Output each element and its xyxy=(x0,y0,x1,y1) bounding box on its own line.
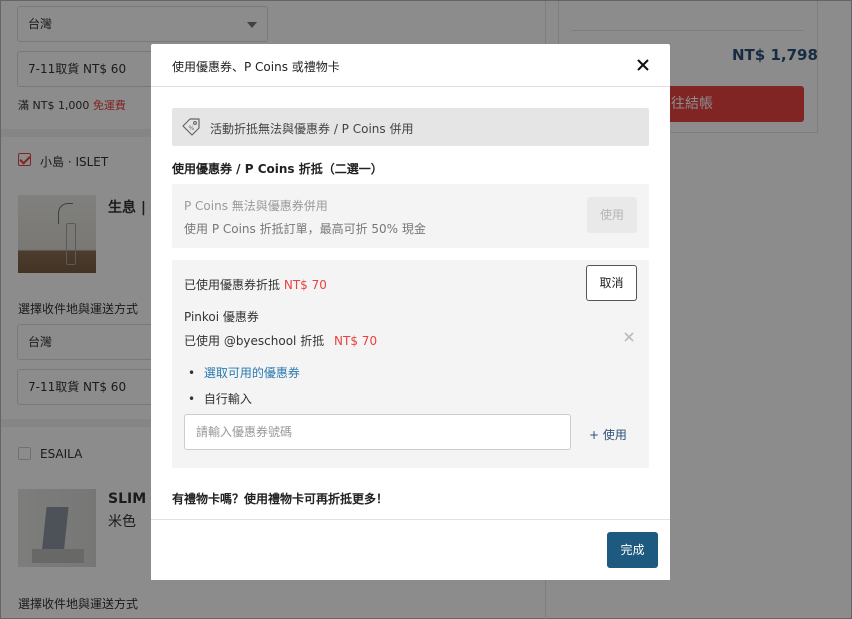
svg-text:%: % xyxy=(189,125,195,132)
apply-coupon-link[interactable]: + 使用 xyxy=(589,426,627,443)
coupon-section-title: 使用優惠券 / P Coins 折抵（二選一） xyxy=(172,162,383,176)
cancel-coupon-button[interactable]: 取消 xyxy=(586,265,637,301)
coupon-used-label: 已使用優惠券折抵 xyxy=(184,278,281,292)
close-button[interactable] xyxy=(633,55,653,75)
applied-coupon: 已使用 @byeschool 折抵 NT$ 70 xyxy=(184,332,377,349)
price-tag-icon: % xyxy=(182,118,200,136)
coupon-source: Pinkoi 優惠券 xyxy=(184,310,259,324)
modal-footer: 完成 xyxy=(151,519,670,580)
remove-coupon-icon[interactable] xyxy=(622,330,636,344)
coupon-used-summary: 已使用優惠券折抵 NT$ 70 xyxy=(184,276,327,293)
applied-coupon-amount: NT$ 70 xyxy=(334,334,378,348)
manual-input-label: 自行輸入 xyxy=(203,392,252,406)
close-icon xyxy=(637,59,649,71)
coupon-code-input[interactable] xyxy=(184,414,571,450)
done-button[interactable]: 完成 xyxy=(607,532,658,568)
bullet: • xyxy=(188,392,196,406)
promo-notice-text: 活動折抵無法與優惠券 / P Coins 併用 xyxy=(210,122,414,136)
bullet: • xyxy=(188,366,196,380)
pcoins-panel: P Coins 無法與優惠券併用 使用 P Coins 折抵訂單，最高可折 50… xyxy=(172,184,649,248)
giftcard-section-title: 有禮物卡嗎？使用禮物卡可再折抵更多！ xyxy=(172,492,389,506)
pcoins-warning: P Coins 無法與優惠券併用 xyxy=(184,199,328,213)
modal-title: 使用優惠券、P Coins 或禮物卡 xyxy=(172,60,340,74)
promo-notice: % 活動折抵無法與優惠券 / P Coins 併用 xyxy=(172,108,649,146)
select-coupon-option: • 選取可用的優惠券 xyxy=(188,364,300,381)
modal-header: 使用優惠券、P Coins 或禮物卡 xyxy=(151,44,670,87)
coupon-used-amount: NT$ 70 xyxy=(283,278,327,292)
discount-modal: 使用優惠券、P Coins 或禮物卡 % 活動折抵無法與優惠券 / P Coin… xyxy=(151,44,670,580)
manual-input-option: • 自行輸入 xyxy=(188,390,252,407)
modal-body[interactable]: % 活動折抵無法與優惠券 / P Coins 併用 使用優惠券 / P Coin… xyxy=(151,88,670,519)
use-pcoins-button[interactable]: 使用 xyxy=(587,197,637,233)
select-available-coupon-link[interactable]: 選取可用的優惠券 xyxy=(204,366,300,380)
pcoins-description: 使用 P Coins 折抵訂單，最高可折 50% 現金 xyxy=(184,222,426,236)
applied-coupon-text: 已使用 @byeschool 折抵 xyxy=(184,334,325,348)
coupon-panel: 已使用優惠券折抵 NT$ 70 取消 Pinkoi 優惠券 已使用 @byesc… xyxy=(172,260,649,468)
